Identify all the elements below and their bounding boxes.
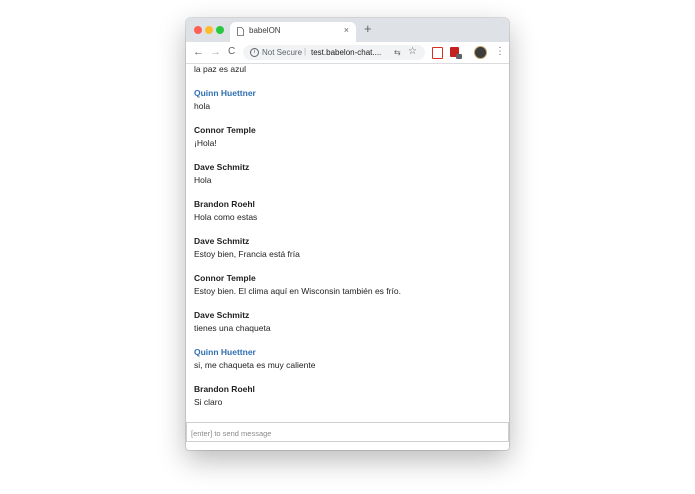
tab-close-icon[interactable]: × xyxy=(344,25,349,35)
message-author: Connor Temple xyxy=(194,273,256,283)
message-text: si, me chaqueta es muy caliente xyxy=(194,360,316,370)
back-button[interactable]: ← xyxy=(193,45,204,59)
new-tab-button[interactable]: + xyxy=(364,21,372,37)
message-author: Quinn Huettner xyxy=(194,347,256,357)
message-item: Connor Temple ¡Hola! xyxy=(194,125,504,162)
message-author: Dave Schmitz xyxy=(194,162,250,172)
message-item: Dave Schmitz Hola xyxy=(194,162,504,199)
message-item: Dave Schmitz Estoy bien, Francia está fr… xyxy=(194,236,504,273)
message-item: Quinn Huettner si, me chaqueta es muy ca… xyxy=(194,347,504,384)
security-label[interactable]: Not Secure xyxy=(262,48,302,57)
message-author: Brandon Roehl xyxy=(194,199,255,209)
message-author: Brandon Roehl xyxy=(194,384,255,394)
message-text: Si claro xyxy=(194,397,223,407)
message-text: tienes una chaqueta xyxy=(194,323,271,333)
message-text: Hola xyxy=(194,175,212,185)
browser-toolbar: ← → C i Not Secure | test.babelon-chat..… xyxy=(186,42,509,64)
message-list: la paz es azul Quinn Huettner hola Conno… xyxy=(194,64,504,421)
message-text: Estoy bien. El clima aquí en Wisconsin t… xyxy=(194,286,401,296)
star-icon[interactable]: ☆ xyxy=(408,46,417,57)
url-text[interactable]: test.babelon-chat.... xyxy=(311,48,381,57)
message-author: Quinn Huettner xyxy=(194,88,256,98)
title-bar: babelON × + xyxy=(186,18,509,42)
message-text: ¡Hola! xyxy=(194,138,217,148)
window-minimize-button[interactable] xyxy=(205,26,213,34)
message-author: Connor Temple xyxy=(194,125,256,135)
tab-title: babelON xyxy=(249,26,281,35)
forward-button[interactable]: → xyxy=(210,45,221,59)
chat-area[interactable]: la paz es azul Quinn Huettner hola Conno… xyxy=(186,64,509,422)
window-close-button[interactable] xyxy=(194,26,202,34)
message-item: Brandon Roehl Si claro xyxy=(194,384,504,421)
message-partial: la paz es azul xyxy=(194,64,504,79)
message-author: Dave Schmitz xyxy=(194,310,250,320)
reload-button[interactable]: C xyxy=(228,45,235,59)
profile-avatar[interactable] xyxy=(474,46,487,59)
message-item: Connor Temple Estoy bien. El clima aquí … xyxy=(194,273,504,310)
message-input[interactable] xyxy=(187,425,491,442)
message-author: Dave Schmitz xyxy=(194,236,250,246)
page-icon xyxy=(237,27,244,36)
translate-icon[interactable]: ⇆ xyxy=(394,48,401,57)
message-input-bar xyxy=(186,422,509,442)
message-item: Brandon Roehl Hola como estas xyxy=(194,199,504,236)
browser-window: babelON × + ← → C i Not Secure | test.ba… xyxy=(186,18,509,450)
message-item: Quinn Huettner hola xyxy=(194,88,504,125)
window-maximize-button[interactable] xyxy=(216,26,224,34)
menu-icon[interactable]: ⋮ xyxy=(495,45,505,58)
message-text: la paz es azul xyxy=(194,64,246,74)
extension-badge xyxy=(456,54,462,59)
browser-tab[interactable]: babelON × xyxy=(230,22,356,42)
message-text: Hola como estas xyxy=(194,212,258,222)
message-text: hola xyxy=(194,101,211,111)
address-bar[interactable]: i Not Secure | test.babelon-chat.... ⇆ ☆ xyxy=(243,45,425,60)
message-item: Dave Schmitz tienes una chaqueta xyxy=(194,310,504,347)
url-separator: | xyxy=(304,47,307,56)
pdf-extension-icon[interactable] xyxy=(432,47,443,59)
message-text: Estoy bien, Francia está fría xyxy=(194,249,300,259)
info-icon[interactable]: i xyxy=(250,48,259,57)
